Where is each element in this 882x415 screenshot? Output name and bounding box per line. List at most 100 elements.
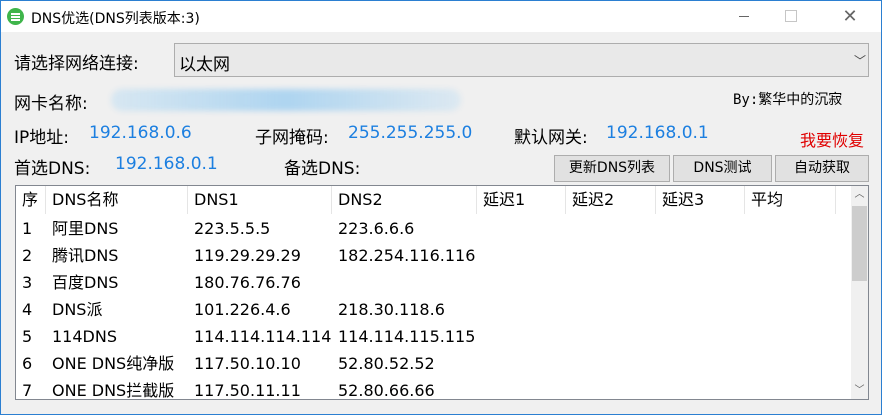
column-header[interactable]: 延迟3 [656,186,745,214]
vertical-scrollbar[interactable]: ︿ ﹀ [851,186,868,399]
restore-link[interactable]: 我要恢复 [800,127,864,151]
table-cell: 223.6.6.6 [338,219,415,238]
table-cell [656,215,745,242]
table-cell [477,242,566,269]
table-cell [477,377,566,399]
author-credit: By:繁华中的沉寂 [733,92,843,108]
connection-selected-value: 以太网 [179,55,230,75]
app-icon [7,8,24,25]
table-cell: 218.30.118.6 [338,300,445,319]
table-header: 序 DNS名称 DNS1 DNS2 延迟1 延迟2 延迟3 平均 [16,186,852,214]
table-cell [745,296,836,323]
connection-select[interactable]: 以太网 ﹀ [174,43,869,77]
column-header[interactable]: DNS名称 [46,186,188,214]
update-dns-list-button[interactable]: 更新DNS列表 [554,155,670,182]
table-cell [477,323,566,350]
primary-dns-label: 首选DNS: [14,159,91,179]
secondary-dns-label: 备选DNS: [284,159,361,179]
column-header[interactable]: 延迟1 [477,186,566,214]
column-header[interactable]: 延迟2 [566,186,656,214]
table-cell [332,269,477,296]
app-window: DNS优选(DNS列表版本:3) ✕ 请选择网络连接: 以太网 ﹀ 网卡名称: … [0,0,882,415]
title-bar[interactable]: DNS优选(DNS列表版本:3) ✕ [1,1,881,32]
mask-label: 子网掩码: [255,128,329,148]
close-icon: ✕ [842,6,858,27]
table-cell [477,215,566,242]
table-cell [656,377,745,399]
table-cell: 182.254.116.116 [338,246,476,265]
window-title: DNS优选(DNS列表版本:3) [31,11,200,27]
column-header[interactable]: DNS2 [332,186,477,214]
table-cell [566,323,656,350]
scroll-down-arrow-icon[interactable]: ﹀ [851,382,868,399]
table-cell: 腾讯DNS [52,246,119,265]
table-cell: 114DNS [52,327,117,346]
scroll-up-arrow-icon[interactable]: ︿ [851,186,868,203]
table-cell: 阿里DNS [52,219,119,238]
table-cell [477,269,566,296]
table-cell [745,350,836,377]
connection-label: 请选择网络连接: [14,54,139,74]
table-cell [566,269,656,296]
table-cell: 52.80.52.52 [338,354,435,373]
scrollbar-thumb[interactable] [852,206,867,281]
adapter-name-label: 网卡名称: [14,94,88,114]
table-cell: 4 [22,300,33,319]
table-cell [745,323,836,350]
table-cell: 5 [22,327,33,346]
table-cell [566,377,656,399]
primary-dns-value: 192.168.0.1 [115,154,218,174]
table-cell: 223.5.5.5 [194,219,271,238]
table-cell: 119.29.29.29 [194,246,301,265]
table-cell [566,242,656,269]
table-cell [656,269,745,296]
table-cell [745,242,836,269]
gateway-value: 192.168.0.1 [606,123,709,143]
column-header[interactable]: DNS1 [188,186,332,214]
ip-label: IP地址: [14,128,69,148]
table-cell [656,242,745,269]
table-row[interactable]: 3 百度DNS 180.76.76.76 [16,269,852,296]
table-row[interactable]: 6 ONE DNS纯净版 117.50.10.10 52.80.52.52 [16,350,852,377]
table-cell [656,296,745,323]
table-cell: 114.114.115.115 [338,327,476,346]
ip-value: 192.168.0.6 [89,123,192,143]
table-row[interactable]: 1 阿里DNS 223.5.5.5 223.6.6.6 [16,215,852,242]
table-cell: 1 [22,219,33,238]
table-cell: 52.80.66.66 [338,381,435,400]
table-cell [745,269,836,296]
table-row[interactable]: 4 DNS派 101.226.4.6 218.30.118.6 [16,296,852,323]
table-row[interactable]: 5 114DNS 114.114.114.114 114.114.115.115 [16,323,852,350]
close-button[interactable]: ✕ [827,1,873,32]
maximize-button[interactable] [768,1,814,32]
table-cell: 117.50.11.11 [194,381,301,400]
table-cell [656,323,745,350]
maximize-icon [785,10,797,22]
table-cell [477,296,566,323]
dns-table[interactable]: 序 DNS名称 DNS1 DNS2 延迟1 延迟2 延迟3 平均 1 阿里DNS… [15,185,869,400]
table-cell: 117.50.10.10 [194,354,301,373]
mask-value: 255.255.255.0 [348,123,473,143]
auto-obtain-button[interactable]: 自动获取 [775,155,869,182]
minimize-button[interactable] [721,1,767,32]
table-row[interactable]: 2 腾讯DNS 119.29.29.29 182.254.116.116 [16,242,852,269]
table-cell [477,350,566,377]
adapter-name-redacted [111,89,461,111]
table-cell [566,215,656,242]
table-cell: 101.226.4.6 [194,300,291,319]
dns-test-button[interactable]: DNS测试 [673,155,772,182]
table-cell: 180.76.76.76 [194,273,301,292]
table-cell [656,350,745,377]
table-row[interactable]: 7 ONE DNS拦截版 117.50.11.11 52.80.66.66 [16,377,852,400]
column-header[interactable]: 序 [16,186,46,214]
chevron-down-icon: ﹀ [853,54,866,68]
table-cell: 2 [22,246,33,265]
table-cell: 百度DNS [52,273,119,292]
table-cell: DNS派 [52,300,103,319]
column-header[interactable]: 平均 [745,186,836,214]
table-cell [745,377,836,399]
table-cell [566,350,656,377]
gateway-label: 默认网关: [514,128,588,148]
table-cell: ONE DNS拦截版 [52,381,175,400]
table-cell: 7 [22,381,33,400]
